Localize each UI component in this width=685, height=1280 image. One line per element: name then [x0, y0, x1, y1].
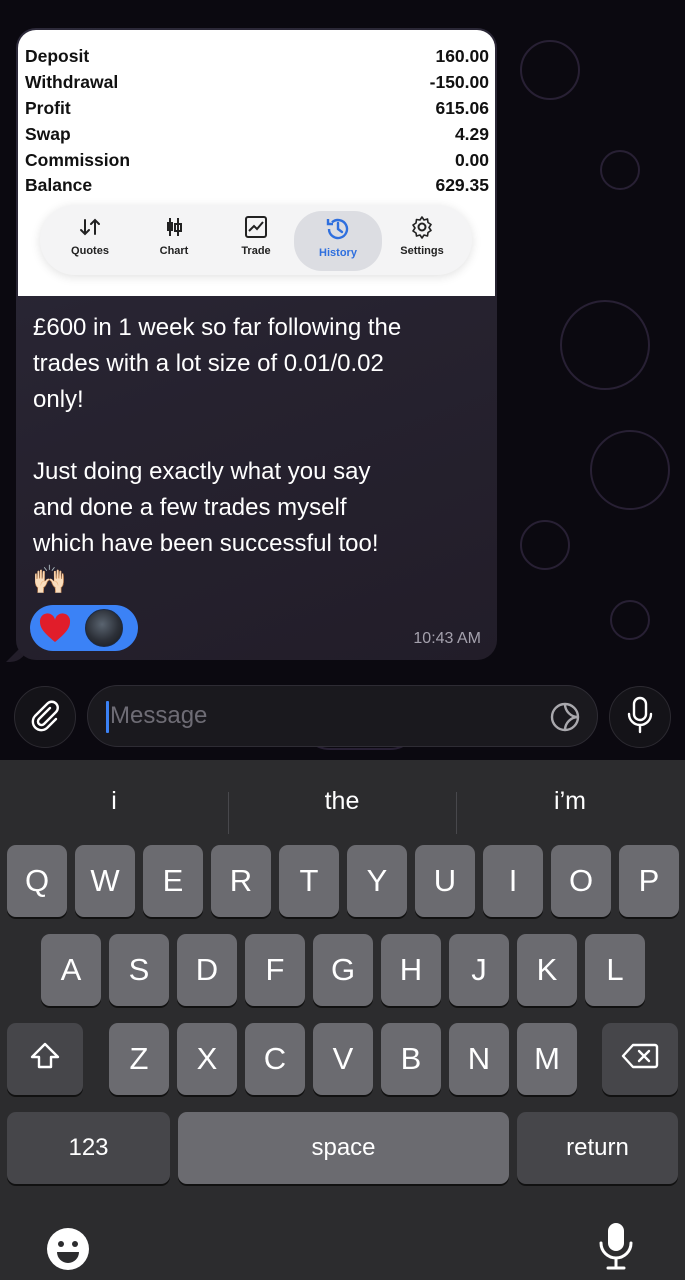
row-label: Withdrawal [25, 72, 119, 93]
message-text: £600 in 1 week so far following the trad… [33, 310, 483, 562]
candlestick-icon [130, 213, 218, 241]
paperclip-icon [28, 698, 62, 737]
key-n[interactable]: N [449, 1023, 509, 1095]
gear-icon [378, 213, 466, 241]
backspace-icon [621, 1042, 659, 1077]
summary-row-profit: Profit 615.06 [25, 96, 489, 122]
row-label: Swap [25, 123, 71, 144]
suggestion-3[interactable]: i’m [456, 774, 684, 828]
key-t[interactable]: T [279, 845, 339, 917]
key-d[interactable]: D [177, 934, 237, 1006]
sticker-icon[interactable] [549, 701, 581, 738]
message-line: which have been successful too! [33, 530, 379, 557]
tab-label: Trade [241, 245, 271, 257]
row-label: Commission [25, 149, 131, 170]
row-value: 0.00 [454, 149, 489, 170]
app-tab-bar: Quotes Chart Trade History Settings [40, 205, 472, 275]
message-line: £600 in 1 week so far following the [33, 314, 402, 341]
message-bubble[interactable]: Deposit 160.00 Withdrawal -150.00 Profit… [16, 28, 497, 660]
summary-row-deposit: Deposit 160.00 [25, 44, 489, 70]
message-line: and done a few trades myself [33, 494, 347, 521]
shift-arrow-icon [28, 1041, 62, 1078]
key-f[interactable]: F [245, 934, 305, 1006]
emoji-keyboard-icon[interactable] [46, 1227, 90, 1276]
key-r[interactable]: R [211, 845, 271, 917]
dictation-microphone-icon[interactable] [596, 1221, 636, 1276]
row-value: -150.00 [429, 72, 489, 93]
tab-chart: Chart [130, 213, 218, 269]
message-line: trades with a lot size of 0.01/0.02 [33, 350, 384, 377]
message-line: Just doing exactly what you say [33, 458, 371, 485]
row-label: Profit [25, 97, 71, 118]
predictive-bar: i the i’m [0, 774, 685, 834]
onscreen-keyboard: i the i’m Q W E R T Y U I O P A S D F G … [0, 760, 685, 1280]
key-b[interactable]: B [381, 1023, 441, 1095]
trade-chart-icon [212, 213, 300, 241]
reactor-avatar [85, 609, 123, 647]
voice-record-button[interactable] [609, 686, 671, 748]
key-a[interactable]: A [41, 934, 101, 1006]
summary-row-balance: Balance 629.35 [25, 173, 489, 199]
key-h[interactable]: H [381, 934, 441, 1006]
key-i[interactable]: I [483, 845, 543, 917]
summary-row-withdrawal: Withdrawal -150.00 [25, 70, 489, 96]
key-j[interactable]: J [449, 934, 509, 1006]
reaction-badge[interactable] [30, 605, 138, 651]
history-clock-icon [294, 215, 382, 243]
quotes-arrows-icon [46, 213, 134, 241]
key-u[interactable]: U [415, 845, 475, 917]
key-p[interactable]: P [619, 845, 679, 917]
key-q[interactable]: Q [7, 845, 67, 917]
key-c[interactable]: C [245, 1023, 305, 1095]
row-value: 615.06 [435, 97, 489, 118]
key-v[interactable]: V [313, 1023, 373, 1095]
key-e[interactable]: E [143, 845, 203, 917]
key-z[interactable]: Z [109, 1023, 169, 1095]
return-key[interactable]: return [517, 1112, 678, 1184]
message-time: 10:43 AM [413, 630, 481, 647]
row-value: 4.29 [454, 123, 489, 144]
tab-label: History [319, 247, 357, 259]
account-summary: Deposit 160.00 Withdrawal -150.00 Profit… [25, 44, 489, 199]
suggestion-1[interactable]: i [0, 774, 228, 828]
row-value: 629.35 [435, 175, 489, 196]
row-label: Deposit [25, 46, 90, 67]
heart-icon [38, 612, 72, 649]
key-k[interactable]: K [517, 934, 577, 1006]
tab-trade: Trade [212, 213, 300, 269]
space-key[interactable]: space [178, 1112, 509, 1184]
shift-key[interactable] [7, 1023, 83, 1095]
key-x[interactable]: X [177, 1023, 237, 1095]
tab-label: Settings [400, 245, 444, 257]
numbers-key[interactable]: 123 [7, 1112, 170, 1184]
row-label: Balance [25, 175, 93, 196]
backspace-key[interactable] [602, 1023, 678, 1095]
tab-settings: Settings [378, 213, 466, 269]
key-l[interactable]: L [585, 934, 645, 1006]
key-m[interactable]: M [517, 1023, 577, 1095]
raised-hands-emoji: 🙌🏻 [32, 564, 67, 595]
key-g[interactable]: G [313, 934, 373, 1006]
key-s[interactable]: S [109, 934, 169, 1006]
tab-history: History [294, 211, 382, 271]
message-placeholder: Message [110, 702, 208, 729]
summary-row-commission: Commission 0.00 [25, 147, 489, 173]
tab-label: Chart [159, 245, 189, 257]
attach-button[interactable] [14, 686, 76, 748]
row-value: 160.00 [435, 46, 489, 67]
message-line: only! [33, 386, 84, 413]
message-input[interactable]: Message [87, 685, 598, 747]
tab-quotes: Quotes [46, 213, 134, 269]
text-cursor [106, 701, 109, 733]
key-y[interactable]: Y [347, 845, 407, 917]
summary-row-swap: Swap 4.29 [25, 121, 489, 147]
key-w[interactable]: W [75, 845, 135, 917]
key-o[interactable]: O [551, 845, 611, 917]
suggestion-2[interactable]: the [228, 774, 456, 828]
tab-label: Quotes [71, 245, 109, 257]
microphone-icon [625, 696, 655, 739]
attached-screenshot[interactable]: Deposit 160.00 Withdrawal -150.00 Profit… [18, 30, 495, 296]
